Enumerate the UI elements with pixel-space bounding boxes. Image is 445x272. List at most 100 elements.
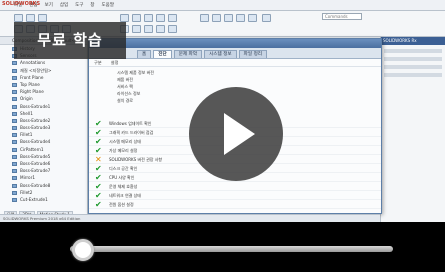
tree-item: Boss-Extrude6 — [0, 160, 87, 167]
feature-icon — [12, 133, 17, 138]
task-pane-line — [384, 65, 442, 69]
tree-item-label: Fillet1 — [20, 132, 33, 138]
feature-icon — [12, 147, 17, 152]
seek-bar[interactable] — [70, 246, 393, 252]
tree-item: CirPattern1 — [0, 146, 87, 153]
tree-item-label: Cut-Extrude1 — [20, 196, 48, 202]
diagnostic-text: 그래픽 카드 드라이버 점검 — [109, 130, 154, 135]
toolbar-button-icon — [168, 25, 177, 33]
video-player[interactable]: SOLIDWORKS 파일편집보기삽입도구창도움말 Commands Compo… — [0, 0, 445, 272]
tree-item-label: Boss-Extrude1 — [20, 103, 51, 109]
tree-item-label: Right Plane — [20, 89, 44, 95]
feature-icon — [12, 111, 17, 116]
info-row: 제품 버전 — [117, 77, 133, 82]
dialog-tab: 진단 — [153, 50, 172, 58]
play-button[interactable] — [189, 87, 283, 181]
tree-item: Right Plane — [0, 88, 87, 95]
toolbar-button-icon — [168, 14, 177, 22]
tree-item-label: CirPattern1 — [20, 146, 44, 152]
menu-item: 보기 — [44, 3, 53, 8]
feature-icon — [12, 169, 17, 174]
toolbar-button-icon — [248, 14, 257, 22]
tree-item-label: Boss-Extrude5 — [20, 153, 51, 159]
tree-item-label: Boss-Extrude7 — [20, 168, 51, 174]
task-pane-line — [384, 57, 442, 61]
check-icon: ✔ — [95, 182, 102, 191]
tree-item: Fillet1 — [0, 131, 87, 138]
info-row: 시스템 제품 정보 버전 — [117, 70, 154, 75]
task-pane: SOLIDWORKS Rx — [380, 37, 445, 222]
tree-item-label: Boss-Extrude2 — [20, 117, 51, 123]
feature-icon — [12, 183, 17, 188]
toolbar-button-icon — [144, 25, 153, 33]
diagnostic-text: 운영 체제 호환성 — [109, 184, 138, 189]
toolbar-button-icon — [156, 25, 165, 33]
tree-item: Boss-Extrude7 — [0, 167, 87, 174]
dialog-tab: 시스템 정보 — [204, 50, 237, 58]
diagnostic-text: 전원 옵션 설정 — [109, 202, 134, 207]
check-icon: ✔ — [95, 200, 102, 209]
dialog-subtab: 구분 — [94, 60, 102, 65]
tree-item: Mirror1 — [0, 174, 87, 181]
diagnostic-text: Windows 업데이트 확인 — [109, 121, 152, 126]
tree-item-label: Annotations — [20, 60, 46, 66]
tree-item-label: Origin — [20, 96, 33, 102]
tree-item: Boss-Extrude2 — [0, 117, 87, 124]
feature-icon — [12, 118, 17, 123]
tree-item: Boss-Extrude5 — [0, 153, 87, 160]
toolbar-button-icon — [224, 14, 233, 22]
feature-icon — [12, 104, 17, 109]
tree-item: Cut-Extrude1 — [0, 196, 87, 203]
feature-icon — [12, 154, 17, 159]
task-pane-title: SOLIDWORKS Rx — [381, 37, 445, 45]
seek-handle[interactable] — [71, 239, 94, 261]
feature-tree-items: HistorySensorsAnnotations재질 <지정안됨>Front … — [0, 45, 87, 203]
feature-icon — [12, 197, 17, 202]
check-icon: ✔ — [95, 119, 102, 128]
warning-icon: ✕ — [95, 155, 102, 164]
feature-icon — [12, 68, 17, 73]
dialog-subtab: 설정 — [110, 60, 119, 65]
menu-item: 창 — [90, 3, 95, 8]
feature-tree: Composition Pres_B (Default<Disp History… — [0, 37, 88, 222]
feature-icon — [12, 140, 17, 145]
tree-item: Shell1 — [0, 110, 87, 117]
tree-item: Fillet2 — [0, 189, 87, 196]
diagnostic-row: ✔ 전원 옵션 설정 — [89, 200, 381, 209]
task-pane-line — [384, 49, 442, 53]
diagnostic-text: 네트워크 연결 상태 — [109, 193, 141, 198]
command-search-input: Commands — [322, 13, 362, 20]
menu-item: 삽입 — [59, 3, 69, 8]
toolbar-button-icon — [262, 14, 271, 22]
tree-item: Boss-Extrude3 — [0, 124, 87, 131]
feature-icon — [12, 75, 17, 80]
toolbar-button-icon — [26, 14, 35, 22]
feature-icon — [12, 126, 17, 131]
dialog-tabs: 홈 진단 문제 파악 시스템 정보 파일 정리 — [89, 48, 381, 59]
feature-icon — [12, 90, 17, 95]
toolbar-button-icon — [236, 14, 245, 22]
tree-item-label: Shell1 — [20, 110, 33, 116]
toolbar-button-icon — [200, 14, 209, 22]
check-icon: ✔ — [95, 164, 102, 173]
check-icon: ✔ — [95, 173, 102, 182]
diagnostic-text: SOLIDWORKS 버전 권장 사항 — [109, 157, 163, 162]
dialog-tab: 문제 파악 — [173, 50, 203, 58]
diagnostic-text: 디스크 공간 확인 — [109, 166, 138, 171]
player-control-bar — [0, 222, 445, 272]
dialog-tab: 파일 정리 — [238, 50, 268, 58]
feature-icon — [12, 97, 17, 102]
tree-item-label: Fillet2 — [20, 189, 33, 195]
task-pane-line — [384, 73, 442, 77]
tree-item-label: Mirror1 — [20, 175, 36, 181]
toolbar-button-icon — [14, 14, 23, 22]
feature-icon — [12, 190, 17, 195]
tree-item: Front Plane — [0, 74, 87, 81]
tree-item-label: Front Plane — [20, 74, 44, 80]
toolbar-button-icon — [132, 14, 141, 22]
status-bar: SOLIDWORKS Premium 2018 x64 Edition — [0, 214, 380, 222]
dialog-subtabs: 구분 설정 — [89, 59, 381, 67]
check-icon: ✔ — [95, 191, 102, 200]
check-icon: ✔ — [95, 137, 102, 146]
play-icon — [224, 113, 255, 155]
